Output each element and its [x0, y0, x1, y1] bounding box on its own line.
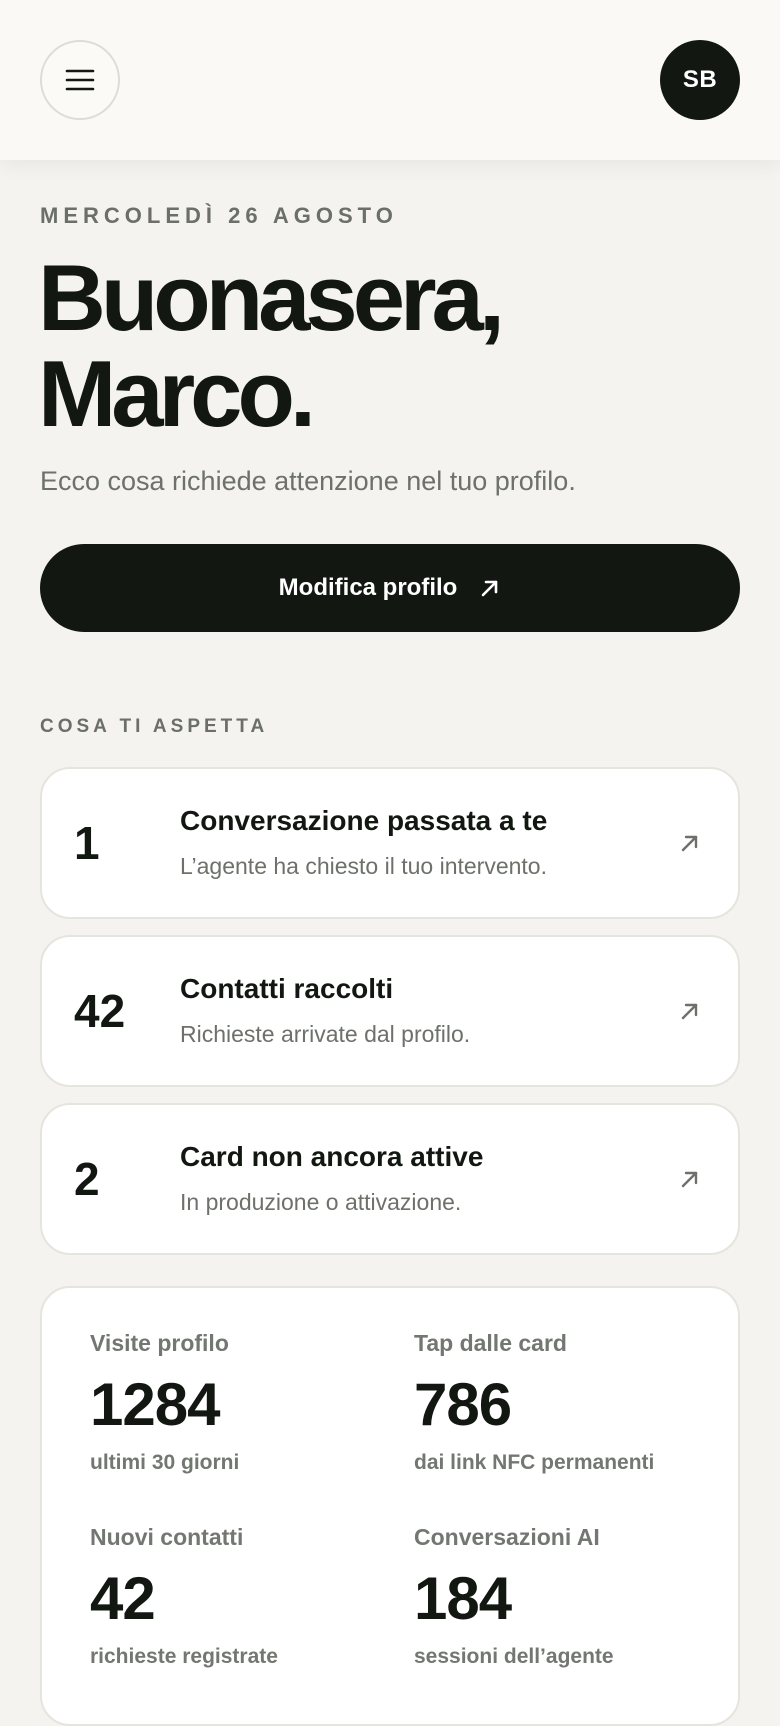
greeting-subtitle: Ecco cosa richiede attenzione nel tuo pr…: [40, 466, 576, 496]
task-card-inactive-cards[interactable]: 2 Card non ancora attive In produzione o…: [40, 1103, 740, 1255]
stat-note: dai link NFC permanenti: [414, 1451, 655, 1474]
hamburger-menu-icon: [65, 69, 95, 91]
greeting-line-2: Marco.: [38, 341, 316, 446]
stat-label: Nuovi contatti: [90, 1524, 244, 1550]
edit-profile-label: Modifica profilo: [278, 574, 458, 601]
arrow-up-right-icon: [482, 580, 498, 597]
greeting-line-1: Buonasera,: [38, 245, 505, 350]
stat-ai-conversations: Conversazioni AI 184 sessioni dell’agent…: [414, 1524, 714, 1669]
stat-label: Visite profilo: [90, 1330, 229, 1356]
stat-note: sessioni dell’agente: [414, 1645, 614, 1668]
task-title: Contatti raccolti: [180, 973, 394, 1004]
task-card-contacts[interactable]: 42 Contatti raccolti Richieste arrivate …: [40, 935, 740, 1087]
avatar-initials: SB: [682, 66, 718, 93]
task-count: 2: [74, 1153, 100, 1205]
stat-note: richieste registrate: [90, 1645, 278, 1668]
stat-value: 42: [90, 1565, 156, 1632]
stats-card: Visite profilo 1284 ultimi 30 giorni Tap…: [40, 1286, 740, 1726]
task-description: L’agente ha chiesto il tuo intervento.: [180, 853, 547, 879]
task-description: Richieste arrivate dal profilo.: [180, 1021, 471, 1047]
stat-label: Tap dalle card: [414, 1330, 567, 1356]
stat-card-taps: Tap dalle card 786 dai link NFC permanen…: [414, 1330, 714, 1475]
stat-new-contacts: Nuovi contatti 42 richieste registrate: [90, 1524, 390, 1669]
task-title: Conversazione passata a te: [180, 805, 548, 836]
greeting-heading: Buonasera, Marco.: [38, 250, 738, 442]
task-description: In produzione o attivazione.: [180, 1189, 462, 1215]
stat-value: 1284: [90, 1371, 220, 1438]
top-header: SB: [0, 0, 780, 160]
task-count: 1: [74, 817, 100, 869]
menu-button[interactable]: [40, 40, 120, 120]
section-heading-what-awaits: COSA TI ASPETTA: [40, 716, 269, 737]
arrow-up-right-icon: [681, 835, 698, 852]
stat-value: 184: [414, 1565, 512, 1632]
edit-profile-button[interactable]: Modifica profilo: [40, 544, 740, 632]
stat-profile-visits: Visite profilo 1284 ultimi 30 giorni: [90, 1330, 390, 1475]
stat-label: Conversazioni AI: [414, 1524, 600, 1550]
user-avatar[interactable]: SB: [660, 40, 740, 120]
stat-value: 786: [414, 1371, 512, 1438]
arrow-up-right-icon: [681, 1171, 698, 1188]
task-title: Card non ancora attive: [180, 1141, 484, 1172]
current-date: MERCOLEDÌ 26 AGOSTO: [40, 203, 398, 228]
task-count: 42: [74, 985, 126, 1037]
task-card-handoff[interactable]: 1 Conversazione passata a te L’agente ha…: [40, 767, 740, 919]
stat-note: ultimi 30 giorni: [90, 1451, 240, 1474]
arrow-up-right-icon: [681, 1003, 698, 1020]
